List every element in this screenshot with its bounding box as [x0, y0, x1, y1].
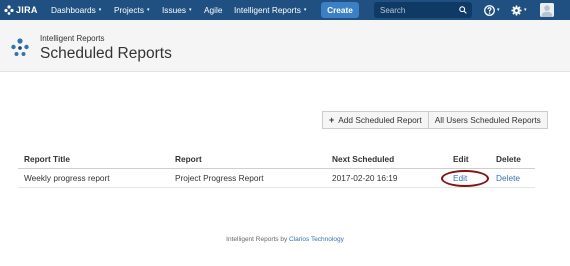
column-header-report-title: Report Title: [18, 150, 169, 169]
help-icon: [484, 4, 495, 16]
page-subtitle: Intelligent Reports: [40, 34, 105, 43]
nav-issues-label: Issues: [162, 5, 186, 15]
chevron-down-icon: ▾: [497, 7, 500, 13]
footer-text: Intelligent Reports by: [226, 236, 288, 243]
jira-logo[interactable]: JIRA: [4, 3, 38, 17]
help-menu[interactable]: ▾: [484, 3, 500, 17]
search-input[interactable]: Search: [374, 2, 472, 18]
plus-icon: +: [329, 115, 335, 125]
nav-projects[interactable]: Projects ▾: [114, 0, 150, 20]
add-scheduled-report-label: Add Scheduled Report: [338, 115, 422, 125]
chevron-down-icon: ▾: [146, 7, 150, 13]
nav-agile-label: Agile: [204, 5, 223, 15]
user-avatar-icon: [540, 3, 554, 17]
report-cell: Project Progress Report: [169, 168, 326, 188]
add-scheduled-report-button[interactable]: + Add Scheduled Report: [322, 111, 429, 129]
column-header-next-scheduled: Next Scheduled: [326, 150, 447, 169]
delete-link[interactable]: Delete: [496, 173, 520, 183]
nav-intelligent-reports-label: Intelligent Reports: [234, 5, 301, 15]
jira-logo-icon: [4, 5, 14, 15]
next-scheduled-cell: 2017-02-20 16:19: [326, 168, 447, 188]
nav-intelligent-reports[interactable]: Intelligent Reports ▾: [234, 0, 306, 20]
chevron-down-icon: ▾: [524, 7, 527, 13]
intelligent-reports-logo-icon: [11, 38, 29, 56]
all-users-scheduled-reports-button[interactable]: All Users Scheduled Reports: [428, 111, 548, 129]
nav-issues[interactable]: Issues ▾: [162, 0, 192, 20]
page-title: Scheduled Reports: [40, 45, 172, 62]
footer: Intelligent Reports by Clarios Technolog…: [0, 236, 570, 243]
table-header-row: Report Title Report Next Scheduled Edit …: [18, 150, 535, 169]
avatar[interactable]: [540, 3, 554, 17]
nav-agile[interactable]: Agile: [204, 0, 222, 20]
jira-logo-text: JIRA: [16, 5, 38, 15]
page-header: Intelligent Reports Scheduled Reports: [0, 20, 570, 72]
settings-menu[interactable]: ▾: [511, 3, 527, 17]
create-button[interactable]: Create: [321, 2, 359, 18]
action-button-group: + Add Scheduled Report All Users Schedul…: [322, 111, 548, 129]
edit-highlight-ellipse: [441, 170, 489, 187]
search-placeholder: Search: [380, 5, 406, 15]
nav-dashboards-label: Dashboards: [51, 5, 96, 15]
clarios-technology-link[interactable]: Clarios Technology: [289, 236, 344, 243]
column-header-report: Report: [169, 150, 326, 169]
chevron-down-icon: ▾: [303, 7, 307, 13]
nav-dashboards[interactable]: Dashboards ▾: [51, 0, 101, 20]
chevron-down-icon: ▾: [188, 7, 192, 13]
gear-icon: [511, 4, 522, 16]
search-icon[interactable]: [459, 6, 467, 14]
column-header-delete: Delete: [490, 150, 535, 169]
top-navigation-bar: JIRA Dashboards ▾ Projects ▾ Issues ▾ Ag…: [0, 0, 570, 20]
report-title-cell: Weekly progress report: [18, 168, 169, 188]
nav-projects-label: Projects: [114, 5, 144, 15]
column-header-edit: Edit: [447, 150, 490, 169]
chevron-down-icon: ▾: [98, 7, 102, 13]
all-users-scheduled-reports-label: All Users Scheduled Reports: [434, 115, 541, 125]
